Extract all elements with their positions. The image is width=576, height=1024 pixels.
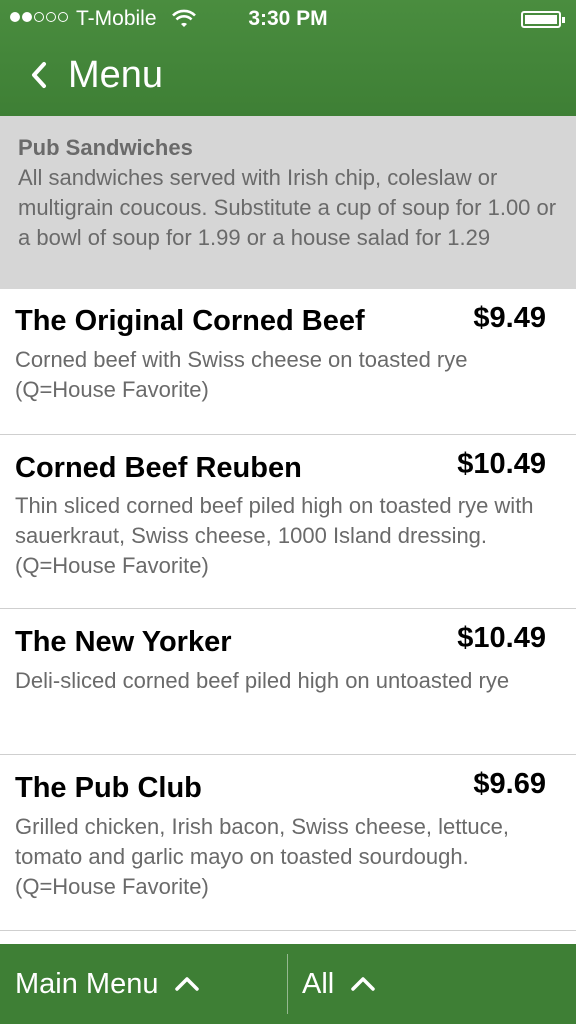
menu-item[interactable]: The Pub Club $9.69 Grilled chicken, Iris… — [0, 755, 576, 931]
item-name: The Original Corned Beef — [15, 305, 365, 337]
bottom-toolbar: Main Menu All — [0, 944, 576, 1024]
item-description: Grilled chicken, Irish bacon, Swiss chee… — [15, 814, 510, 899]
section-header: Pub Sandwiches All sandwiches served wit… — [0, 116, 576, 289]
chevron-left-icon — [32, 62, 46, 88]
chevron-up-icon — [175, 977, 200, 991]
item-description: Thin sliced corned beef piled high on to… — [15, 493, 534, 578]
battery-icon — [521, 11, 565, 28]
filter-all-button[interactable]: All — [302, 944, 376, 1024]
nav-title: Menu — [68, 53, 164, 96]
item-price: $10.49 — [457, 622, 546, 654]
toolbar-divider — [287, 954, 288, 1014]
main-menu-button[interactable]: Main Menu — [15, 944, 200, 1024]
item-name: Corned Beef Reuben — [15, 452, 302, 484]
menu-item[interactable]: Corned Beef Reuben $10.49 Thin sliced co… — [0, 435, 576, 609]
menu-item[interactable]: The New Yorker $10.49 Deli-sliced corned… — [0, 609, 576, 755]
status-bar: T-Mobile 3:30 PM — [0, 0, 576, 40]
back-button[interactable]: Menu — [30, 52, 163, 98]
section-title: Pub Sandwiches — [18, 135, 193, 160]
status-time: 3:30 PM — [248, 7, 328, 30]
item-price: $9.69 — [473, 768, 546, 800]
filter-label: All — [302, 967, 335, 1000]
item-price: $9.49 — [473, 302, 546, 334]
app-header: T-Mobile 3:30 PM Menu — [0, 0, 576, 116]
menu-item[interactable]: The Original Corned Beef $9.49 Corned be… — [0, 289, 576, 435]
item-description: Deli-sliced corned beef piled high on un… — [15, 668, 510, 693]
chevron-up-icon — [351, 977, 375, 991]
item-description: Corned beef with Swiss cheese on toasted… — [15, 347, 468, 402]
item-price: $10.49 — [457, 448, 546, 480]
item-name: The Pub Club — [15, 772, 202, 804]
section-description: All sandwiches served with Irish chip, c… — [18, 165, 557, 250]
main-menu-label: Main Menu — [15, 967, 159, 1000]
item-name: The New Yorker — [15, 626, 232, 658]
